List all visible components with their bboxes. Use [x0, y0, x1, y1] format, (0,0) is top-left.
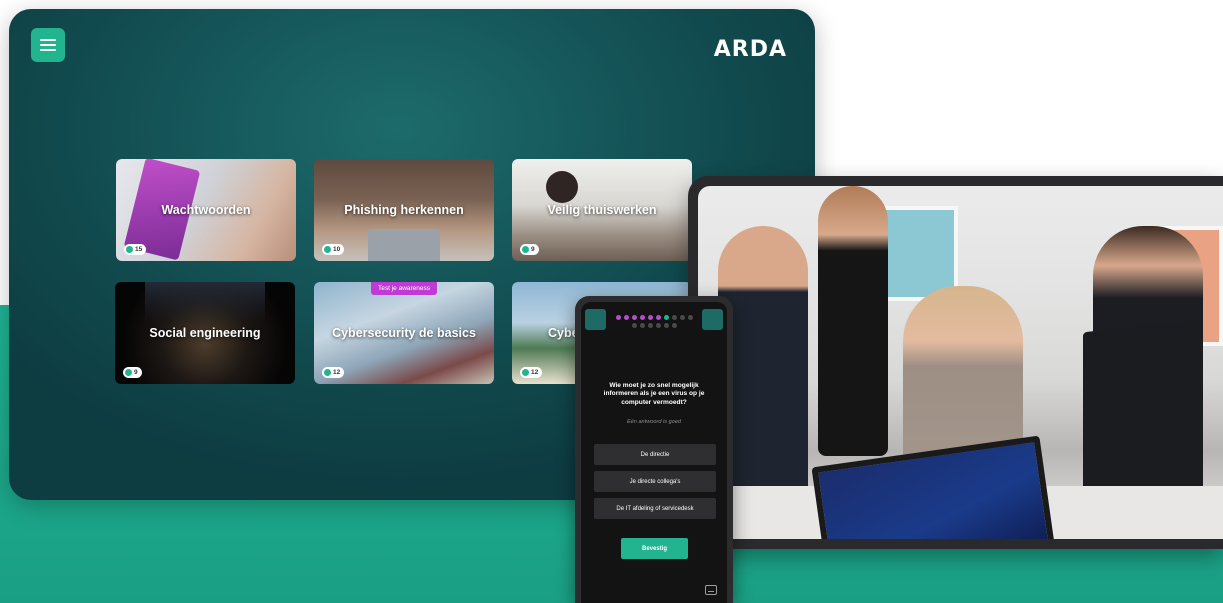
person: [818, 186, 888, 456]
progress-dot: [615, 315, 621, 320]
module-count-badge: 9: [520, 244, 539, 255]
module-card-thuiswerken[interactable]: Veilig thuiswerken 9: [512, 159, 692, 261]
progress-dot: [631, 323, 637, 328]
module-title: Cybe: [548, 326, 579, 340]
module-title: Wachtwoorden: [161, 203, 251, 217]
answer-option[interactable]: De IT afdeling of servicedesk: [594, 498, 716, 519]
module-title: Phishing herkennen: [344, 203, 464, 217]
progress-dot: [671, 315, 677, 320]
progress-dot: [671, 323, 677, 328]
count-dot-icon: [324, 369, 331, 376]
module-count-badge: 12: [322, 367, 345, 378]
answer-option[interactable]: Je directe collega's: [594, 471, 716, 492]
answer-option[interactable]: De directie: [594, 444, 716, 465]
module-count-badge: 15: [124, 244, 147, 255]
desktop-monitor: [1083, 319, 1203, 503]
corner-block: [585, 309, 606, 330]
quiz-question: Wie moet je zo snel mogelijk informeren …: [603, 382, 705, 406]
menu-button[interactable]: [31, 28, 65, 62]
progress-dot: [655, 323, 661, 328]
quiz-screen: Wie moet je zo snel mogelijk informeren …: [581, 302, 727, 603]
count-dot-icon: [522, 246, 529, 253]
progress-dot: [623, 315, 629, 320]
subtitles-icon[interactable]: [705, 585, 717, 595]
module-count-badge: 12: [520, 367, 543, 378]
tablet-device: [688, 176, 1223, 549]
module-count-badge: 10: [322, 244, 345, 255]
module-card-cybersecurity-basics[interactable]: Test je awareness Cybersecurity de basic…: [314, 282, 494, 384]
menu-icon: [40, 39, 56, 52]
module-count-badge: 9: [123, 367, 142, 378]
progress-dot: [663, 323, 669, 328]
module-card-wachtwoorden[interactable]: Wachtwoorden 15: [116, 159, 296, 261]
confirm-button[interactable]: Bevestig: [621, 538, 688, 559]
progress-dot: [687, 315, 693, 320]
count-dot-icon: [522, 369, 529, 376]
count-dot-icon: [126, 246, 133, 253]
module-title: Veilig thuiswerken: [547, 203, 657, 217]
count-dot-icon: [324, 246, 331, 253]
progress-dot: [647, 315, 653, 320]
office-team-photo: [698, 186, 1223, 539]
quiz-hint: Eén antwoord is goed: [626, 419, 682, 425]
module-title: Cybersecurity de basics: [332, 326, 476, 340]
module-card-social-engineering[interactable]: Social engineering 9: [115, 282, 295, 384]
phone-device: Wie moet je zo snel mogelijk informeren …: [575, 296, 733, 603]
progress-dot: [647, 323, 653, 328]
quiz-progress: [615, 315, 693, 328]
progress-dot: [655, 315, 661, 320]
logo: ARDA: [713, 37, 787, 62]
module-card-phishing[interactable]: Phishing herkennen 10: [314, 159, 494, 261]
progress-dot: [639, 323, 645, 328]
progress-dot: [639, 315, 645, 320]
progress-dot: [631, 315, 637, 320]
progress-dot: [679, 315, 685, 320]
corner-block: [702, 309, 723, 330]
progress-dot: [663, 315, 669, 320]
count-dot-icon: [125, 369, 132, 376]
module-title: Social engineering: [149, 326, 261, 340]
awareness-tag: Test je awareness: [370, 282, 438, 295]
